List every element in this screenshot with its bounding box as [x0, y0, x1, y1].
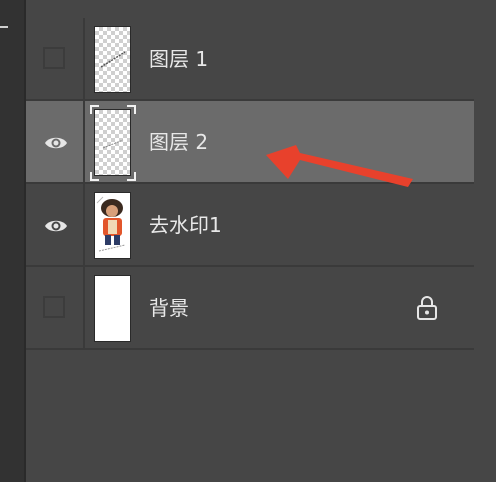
visibility-toggle-off[interactable]: [43, 296, 65, 318]
dock-collapse-handle[interactable]: [0, 26, 8, 28]
layer-row-3[interactable]: 去水印1: [26, 184, 474, 267]
layers-panel: 图层 1 图层 2 去水印1 背景: [26, 0, 496, 482]
layer-name[interactable]: 去水印1: [149, 184, 222, 267]
selection-corners-icon: [90, 105, 136, 181]
visibility-column: [26, 267, 85, 348]
visibility-column: [26, 184, 85, 265]
layer-thumbnail[interactable]: [94, 26, 131, 93]
layer-name[interactable]: 图层 2: [149, 101, 208, 184]
character-image-thumb: [95, 193, 130, 258]
lock-icon[interactable]: [415, 295, 439, 321]
visibility-toggle-off[interactable]: [43, 47, 65, 69]
eye-icon[interactable]: [43, 213, 69, 239]
watermark-text-thumb: [100, 51, 126, 68]
layer-row-1[interactable]: 图层 1: [26, 18, 474, 101]
visibility-column: [26, 18, 85, 99]
layer-row-background[interactable]: 背景: [26, 267, 474, 350]
layer-thumbnail[interactable]: [94, 192, 131, 259]
layer-row-2[interactable]: 图层 2: [26, 101, 474, 184]
left-dock-strip: [0, 0, 24, 482]
visibility-column: [26, 101, 85, 182]
eye-icon[interactable]: [43, 130, 69, 156]
layer-thumbnail[interactable]: [94, 275, 131, 342]
layer-name[interactable]: 背景: [149, 267, 189, 350]
layer-name[interactable]: 图层 1: [149, 18, 208, 101]
